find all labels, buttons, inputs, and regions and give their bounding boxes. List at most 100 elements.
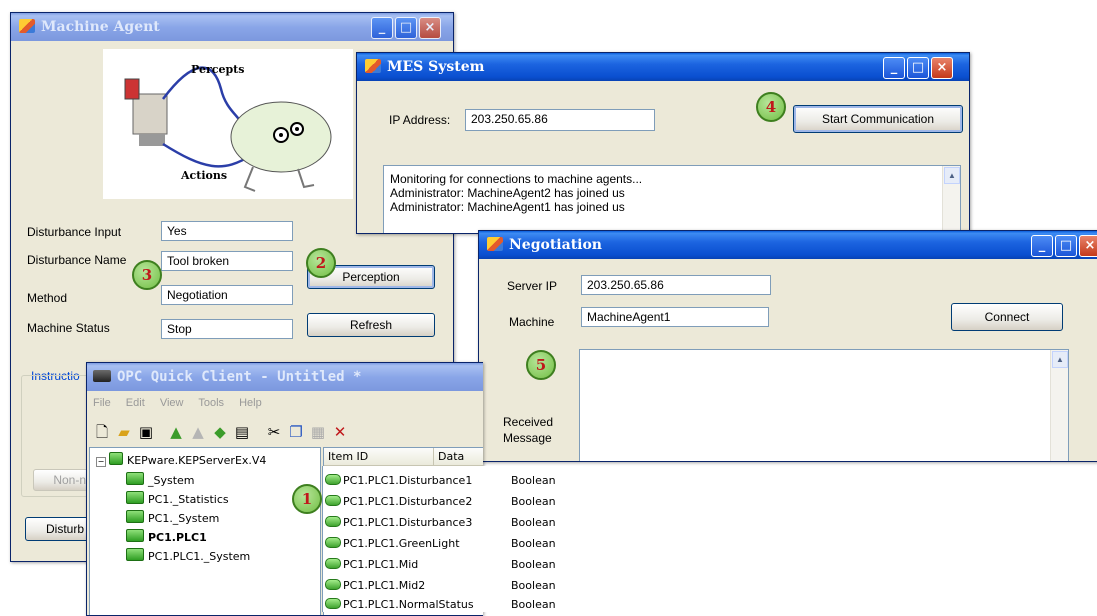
item-id: PC1.PLC1.Disturbance3: [343, 516, 473, 529]
table-row[interactable]: PC1.PLC1.Disturbance2: [325, 495, 472, 508]
percepts-label: Percepts: [191, 63, 244, 76]
table-row[interactable]: PC1.PLC1.GreenLight: [325, 537, 460, 550]
close-icon[interactable]: ×: [931, 57, 953, 79]
agent-diagram-graphic: Percepts Actions: [124, 63, 332, 192]
item-id: PC1.PLC1.GreenLight: [343, 537, 460, 550]
data-type-cell: Boolean: [511, 537, 556, 550]
maximize-icon[interactable]: □: [907, 57, 929, 79]
tag-icon: [325, 558, 341, 569]
close-icon[interactable]: ×: [419, 17, 441, 39]
table-row[interactable]: PC1.PLC1.NormalStatus: [325, 598, 474, 611]
tree-item-pc1-plc1[interactable]: PC1.PLC1: [126, 529, 207, 544]
table-row[interactable]: PC1.PLC1.Mid2: [325, 579, 425, 592]
opc-menubar: File Edit View Tools Help: [93, 397, 274, 409]
ip-address-label: IP Address:: [389, 113, 451, 127]
tree-label: PC1._Statistics: [148, 493, 229, 506]
tag-icon: [325, 474, 341, 485]
step-badge-3: 3: [132, 260, 162, 290]
connect-button[interactable]: Connect: [951, 303, 1063, 331]
scroll-up-icon[interactable]: ▲: [944, 167, 960, 184]
step-badge-1: 1: [292, 484, 322, 514]
menu-file[interactable]: File: [93, 397, 111, 409]
save-icon[interactable]: ▣: [137, 423, 155, 441]
app-icon: [365, 59, 381, 73]
new-item-icon[interactable]: ◆: [211, 423, 229, 441]
tree-item-pc1-plc1-system[interactable]: PC1.PLC1._System: [126, 548, 250, 563]
tree-root[interactable]: − KEPware.KEPServerEx.V4: [96, 452, 266, 467]
minimize-icon[interactable]: _: [1031, 235, 1053, 257]
delete-icon[interactable]: ✕: [331, 423, 349, 441]
maximize-icon[interactable]: □: [1055, 235, 1077, 257]
properties-icon[interactable]: ▤: [233, 423, 251, 441]
item-id: PC1.PLC1.Mid2: [343, 579, 426, 592]
step-badge-2: 2: [306, 248, 336, 278]
disturbance-name-field[interactable]: Tool broken: [161, 251, 293, 271]
menu-edit[interactable]: Edit: [126, 397, 145, 409]
minimize-icon[interactable]: _: [883, 57, 905, 79]
received-message-box[interactable]: ▲: [579, 349, 1069, 461]
menu-help[interactable]: Help: [239, 397, 262, 409]
tag-icon: [325, 579, 341, 590]
folder-icon: [126, 491, 144, 504]
new-file-icon[interactable]: 🗋: [93, 423, 111, 441]
menu-tools[interactable]: Tools: [198, 397, 224, 409]
item-id: PC1.PLC1.Mid: [343, 558, 419, 571]
tree-item-system[interactable]: _System: [126, 472, 195, 487]
ip-address-field[interactable]: 203.250.65.86: [465, 109, 655, 131]
data-type-cell: Boolean: [511, 516, 556, 529]
paste-icon[interactable]: ▦: [309, 423, 327, 441]
tag-icon: [325, 598, 341, 609]
data-type-cell: Boolean: [511, 474, 556, 487]
item-id: PC1.PLC1.Disturbance2: [343, 495, 473, 508]
disturbance-input-field[interactable]: Yes: [161, 221, 293, 241]
opc-titlebar[interactable]: OPC Quick Client - Untitled *: [87, 363, 483, 391]
data-type-cell: Boolean: [511, 495, 556, 508]
machine-field[interactable]: MachineAgent1: [581, 307, 769, 327]
new-server-icon[interactable]: ▲: [167, 423, 185, 441]
opc-tree-pane: − KEPware.KEPServerEx.V4 _System PC1._Sta…: [89, 447, 321, 615]
window-title: MES System: [387, 59, 485, 75]
server-ip-label: Server IP: [507, 279, 558, 293]
mes-system-titlebar[interactable]: MES System _ □ ×: [357, 53, 969, 81]
folder-icon: [126, 529, 144, 542]
mes-log[interactable]: Monitoring for connections to machine ag…: [383, 165, 961, 233]
actions-label: Actions: [180, 169, 227, 182]
minimize-icon[interactable]: _: [371, 17, 393, 39]
table-row[interactable]: PC1.PLC1.Disturbance1: [325, 474, 472, 487]
data-type-cell: Boolean: [511, 598, 556, 611]
received-label: Received: [503, 415, 554, 429]
column-data-type[interactable]: Data Type: [434, 448, 483, 481]
opc-item-rows: PC1.PLC1.Disturbance1 PC1.PLC1.Disturban…: [322, 466, 583, 612]
window-title: Negotiation: [509, 237, 602, 253]
log-scrollbar[interactable]: ▲: [942, 166, 960, 233]
message-label: Message: [503, 431, 552, 445]
column-item-id[interactable]: Item ID: [324, 448, 434, 466]
tree-item-pc1-system[interactable]: PC1._System: [126, 510, 219, 525]
disturbance-name-label: Disturbance Name: [27, 253, 127, 267]
method-field[interactable]: Negotiation: [161, 285, 293, 305]
start-communication-button[interactable]: Start Communication: [793, 105, 963, 133]
log-line: Administrator: MachineAgent1 has joined …: [390, 200, 625, 214]
collapse-icon[interactable]: −: [96, 457, 106, 467]
copy-icon[interactable]: ❐: [287, 423, 305, 441]
folder-icon: [126, 472, 144, 485]
scroll-up-icon[interactable]: ▲: [1052, 351, 1068, 368]
data-type-cell: Boolean: [511, 558, 556, 571]
machine-agent-titlebar[interactable]: Machine Agent _ □ ×: [11, 13, 453, 41]
table-row[interactable]: PC1.PLC1.Disturbance3: [325, 516, 472, 529]
maximize-icon[interactable]: □: [395, 17, 417, 39]
close-icon[interactable]: ×: [1079, 235, 1097, 257]
refresh-button[interactable]: Refresh: [307, 313, 435, 337]
tree-item-pc1-statistics[interactable]: PC1._Statistics: [126, 491, 229, 506]
menu-view[interactable]: View: [160, 397, 184, 409]
app-icon: [19, 19, 35, 33]
server-ip-field[interactable]: 203.250.65.86: [581, 275, 771, 295]
folder-icon: [126, 510, 144, 523]
message-scrollbar[interactable]: ▲: [1050, 350, 1068, 461]
negotiation-titlebar[interactable]: Negotiation _ □ ×: [479, 231, 1097, 259]
table-row[interactable]: PC1.PLC1.Mid: [325, 558, 418, 571]
machine-status-field[interactable]: Stop: [161, 319, 293, 339]
new-group-icon[interactable]: ▲: [189, 423, 207, 441]
open-folder-icon[interactable]: ▰: [115, 423, 133, 441]
cut-icon[interactable]: ✂: [265, 423, 283, 441]
